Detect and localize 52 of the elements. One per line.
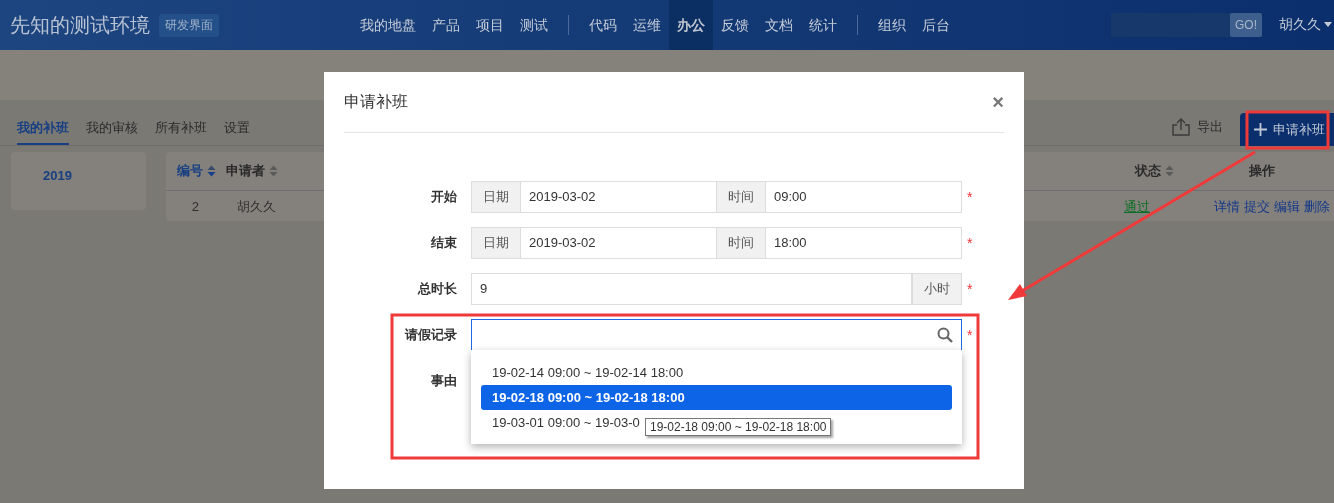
addon-label: 日期 bbox=[472, 182, 521, 212]
dialog-title: 申请补班 bbox=[344, 91, 408, 112]
field-label: 事由 bbox=[430, 372, 458, 390]
nav-item[interactable]: 统计 bbox=[801, 0, 845, 50]
time-input[interactable]: 09:00 bbox=[766, 182, 961, 212]
duration-field[interactable]: 9 小时 bbox=[471, 273, 962, 305]
column-header[interactable]: 状态 bbox=[1134, 162, 1174, 180]
addon-label: 日期 bbox=[472, 228, 521, 258]
site-title: 先知的测试环境 bbox=[10, 12, 150, 38]
nav-item[interactable]: 产品 bbox=[424, 0, 468, 50]
required-mark: * bbox=[967, 327, 973, 343]
user-menu[interactable]: 胡久久 bbox=[1279, 16, 1321, 34]
field-label: 请假记录 bbox=[403, 326, 458, 344]
search-icon bbox=[937, 327, 953, 343]
close-button[interactable]: × bbox=[992, 90, 1004, 114]
table-cell: 胡久久 bbox=[237, 197, 276, 216]
datetime-field[interactable]: 日期 2019-03-02 时间 18:00 bbox=[471, 227, 962, 259]
nav-item[interactable]: 代码 bbox=[581, 0, 625, 50]
plus-icon bbox=[1254, 123, 1267, 136]
dropdown-option[interactable]: 19-02-18 09:00 ~ 19-02-18 18:00 bbox=[481, 385, 952, 410]
addon-label: 时间 bbox=[717, 228, 766, 258]
environment-badge: 研发界面 bbox=[159, 13, 219, 37]
field-label: 总时长 bbox=[416, 280, 458, 298]
column-header[interactable]: 申请者 bbox=[225, 162, 278, 180]
required-mark: * bbox=[967, 281, 973, 297]
datetime-field[interactable]: 日期 2019-03-02 时间 09:00 bbox=[471, 181, 962, 213]
field-label: 开始 bbox=[430, 188, 458, 206]
nav-item[interactable]: 文档 bbox=[757, 0, 801, 50]
required-mark: * bbox=[967, 189, 973, 205]
nav-item[interactable]: 测试 bbox=[512, 0, 556, 50]
export-icon bbox=[1171, 118, 1191, 136]
nav-item[interactable]: 我的地盘 bbox=[352, 0, 424, 50]
required-mark: * bbox=[967, 235, 973, 251]
nav-item[interactable]: 组织 bbox=[870, 0, 914, 50]
column-header[interactable]: 操作 bbox=[1248, 162, 1275, 180]
search-field[interactable] bbox=[1111, 13, 1230, 37]
dropdown-option[interactable]: 19-02-14 09:00 ~ 19-02-14 18:00 bbox=[481, 360, 695, 385]
sort-icon[interactable] bbox=[268, 165, 278, 177]
nav-item[interactable]: 反馈 bbox=[713, 0, 757, 50]
nav-item[interactable]: 后台 bbox=[914, 0, 958, 50]
nav-item[interactable]: 运维 bbox=[625, 0, 669, 50]
sort-icon[interactable] bbox=[206, 165, 216, 177]
nav-item[interactable]: 办公 bbox=[669, 0, 713, 50]
table-cell: 2 bbox=[191, 199, 199, 214]
field-label: 结束 bbox=[430, 234, 458, 252]
addon-label: 时间 bbox=[717, 182, 766, 212]
sort-icon[interactable] bbox=[1164, 165, 1174, 177]
nav-item[interactable]: 项目 bbox=[468, 0, 512, 50]
caret-icon[interactable] bbox=[1324, 22, 1332, 28]
tooltip: 19-02-18 09:00 ~ 19-02-18 18:00 bbox=[645, 418, 832, 436]
unit-label: 小时 bbox=[912, 274, 961, 304]
time-input[interactable]: 18:00 bbox=[766, 228, 961, 258]
